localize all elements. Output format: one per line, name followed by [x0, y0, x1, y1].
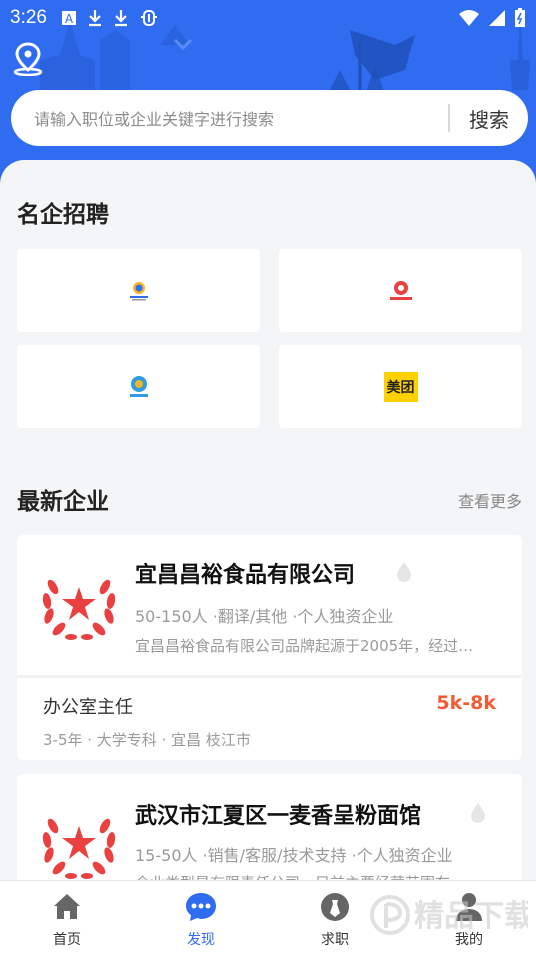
- meituan-logo-text: 美团: [386, 379, 415, 396]
- famous-company-card[interactable]: [17, 249, 260, 332]
- famous-company-card[interactable]: [279, 249, 522, 332]
- company-card[interactable]: 武汉市江夏区一麦香呈粉面馆 15-50人 ·销售/客服/技术支持 ·个人独资企业…: [17, 774, 522, 880]
- search-bar[interactable]: 请输入职位或企业关键字进行搜索 搜索: [11, 90, 528, 146]
- company-desc: 企业类型是有限责任公司，目前主要经营范围在…: [135, 872, 505, 880]
- nav-item-discover[interactable]: 发现: [134, 881, 268, 954]
- main-panel: 名企招聘 美团 最新企业 查看更多 宜昌昌裕食品有限公司 50-150人 ·翻译…: [0, 160, 536, 880]
- wifi-icon: [459, 10, 479, 26]
- meituan-logo: 美团: [383, 371, 418, 402]
- job-title: 办公室主任: [43, 697, 133, 718]
- keyboard-a-icon: A: [61, 11, 76, 26]
- status-bar: 3:26 A: [0, 0, 536, 36]
- job-salary: 5k-8k: [436, 692, 496, 714]
- company-meta: 15-50人 ·销售/客服/技术支持 ·个人独资企业: [135, 846, 453, 865]
- card-divider: [17, 675, 522, 678]
- signal-icon: [489, 10, 505, 26]
- drop-badge-icon: [397, 562, 411, 582]
- bug-icon: [140, 10, 157, 26]
- home-icon: [54, 894, 80, 919]
- job-seek-icon: [321, 893, 349, 921]
- svg-text:A: A: [65, 12, 74, 26]
- nav-item-home[interactable]: 首页: [0, 881, 134, 954]
- section-title-famous: 名企招聘: [17, 202, 109, 228]
- download-icon: [88, 10, 101, 27]
- search-input[interactable]: 请输入职位或企业关键字进行搜索: [34, 106, 448, 130]
- job-meta: 3-5年 · 大学专科 · 宜昌 枝江市: [43, 731, 251, 749]
- download-icon: [114, 10, 127, 27]
- company-meta: 50-150人 ·翻译/其他 ·个人独资企业: [135, 607, 394, 626]
- company-logo-3: [129, 375, 148, 397]
- status-time: 3:26: [10, 7, 47, 28]
- company-name: 宜昌昌裕食品有限公司: [135, 563, 356, 588]
- nav-label: 求职: [321, 932, 349, 948]
- laurel-star-icon: [42, 818, 116, 879]
- company-logo-1: [129, 281, 148, 300]
- nav-label: 首页: [53, 932, 81, 948]
- search-button[interactable]: 搜索: [450, 104, 528, 133]
- section-title-latest: 最新企业: [17, 489, 109, 515]
- drop-badge-icon: [471, 803, 485, 823]
- watermark: 精品下载: [370, 895, 528, 935]
- location-icon[interactable]: [12, 42, 44, 76]
- company-name: 武汉市江夏区一麦香呈粉面馆: [135, 804, 422, 829]
- nav-label: 发现: [187, 932, 215, 948]
- famous-company-card[interactable]: [17, 345, 260, 428]
- company-desc: 宜昌昌裕食品有限公司品牌起源于2005年，经过…: [135, 637, 474, 655]
- laurel-star-icon: [42, 579, 116, 640]
- discover-icon: [186, 893, 216, 921]
- battery-icon: [515, 8, 525, 27]
- company-card[interactable]: 宜昌昌裕食品有限公司 50-150人 ·翻译/其他 ·个人独资企业 宜昌昌裕食品…: [17, 535, 522, 760]
- famous-company-card[interactable]: 美团: [279, 345, 522, 428]
- watermark-text: 精品下载: [414, 899, 528, 934]
- view-more-link[interactable]: 查看更多: [458, 488, 522, 512]
- company-logo-2: [389, 280, 412, 300]
